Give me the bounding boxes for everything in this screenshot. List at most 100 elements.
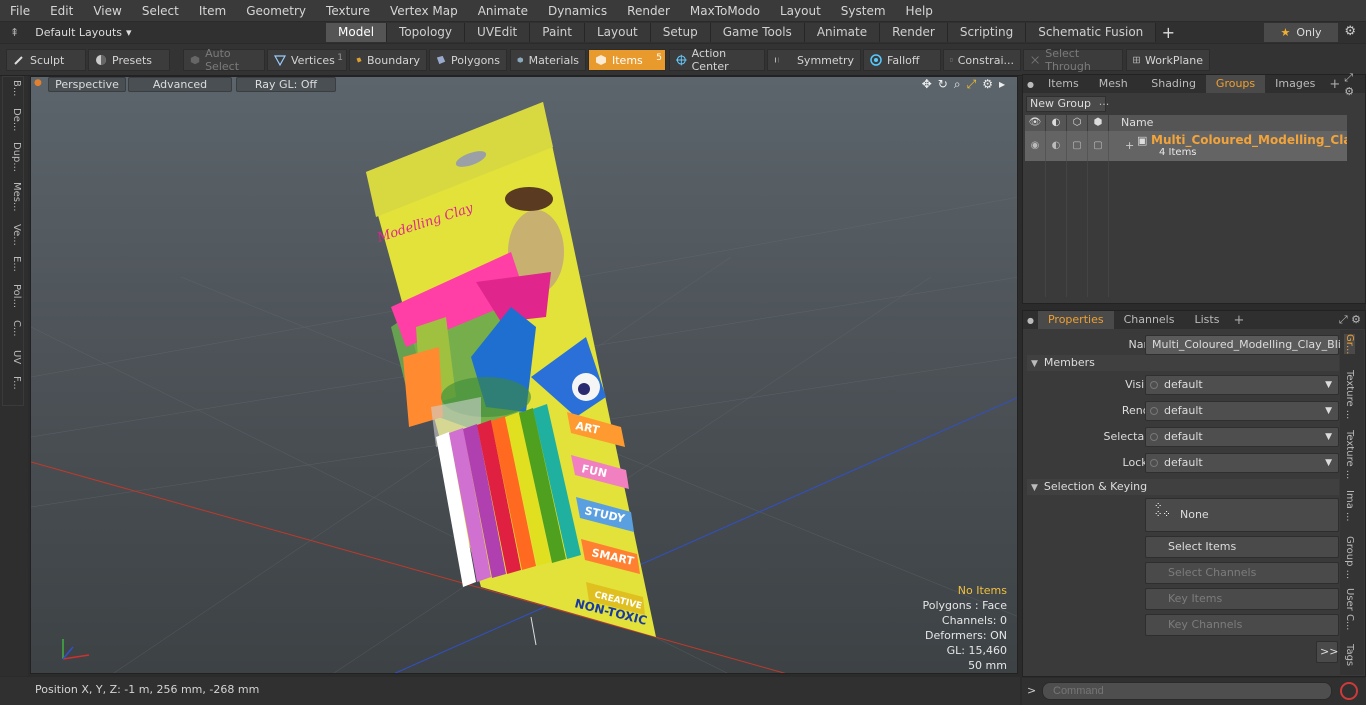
- menu-help[interactable]: Help: [896, 0, 943, 22]
- menu-render[interactable]: Render: [617, 0, 680, 22]
- menu-animate[interactable]: Animate: [468, 0, 538, 22]
- row-select-toggle[interactable]: ▢: [1088, 131, 1109, 161]
- left-tab-edge[interactable]: E...: [4, 256, 22, 272]
- left-tab-basic[interactable]: B...: [4, 80, 22, 96]
- new-group-button[interactable]: New Group: [1026, 96, 1106, 112]
- row-visibility-icon[interactable]: ◉: [1025, 131, 1046, 161]
- advanced-button[interactable]: Advanced: [128, 77, 232, 92]
- select-through-button[interactable]: Select Through: [1023, 47, 1123, 73]
- tab-lists[interactable]: Lists: [1184, 311, 1229, 329]
- left-tab-polygon[interactable]: Pol...: [4, 284, 22, 308]
- more-button[interactable]: >>: [1316, 641, 1338, 663]
- menu-geometry[interactable]: Geometry: [236, 0, 316, 22]
- left-tab-curve[interactable]: C...: [4, 320, 22, 337]
- workplane-button[interactable]: WorkPlane: [1126, 49, 1210, 71]
- auto-select-button[interactable]: Auto Select: [183, 47, 265, 73]
- perspective-button[interactable]: Perspective: [48, 77, 126, 92]
- eye-icon[interactable]: 👁: [1025, 115, 1046, 131]
- tab-topology[interactable]: Topology: [387, 23, 466, 42]
- menu-layout[interactable]: Layout: [770, 0, 831, 22]
- tab-images[interactable]: Images: [1265, 75, 1325, 93]
- presets-button[interactable]: Presets: [88, 49, 170, 71]
- left-tab-fusion[interactable]: F...: [4, 376, 22, 390]
- locked-select[interactable]: default ▼: [1145, 453, 1339, 473]
- items-button[interactable]: Items 5: [588, 49, 666, 71]
- tab-groups[interactable]: Groups: [1205, 75, 1266, 93]
- visible-select[interactable]: default ▼: [1145, 375, 1339, 395]
- add-properties-tab-button[interactable]: +: [1229, 313, 1248, 328]
- tab-setup[interactable]: Setup: [650, 23, 711, 42]
- tab-render[interactable]: Render: [880, 23, 948, 42]
- select-col-icon[interactable]: ⬢: [1088, 115, 1109, 131]
- side-tab-group[interactable]: Gr...: [1344, 334, 1355, 355]
- key-items-button[interactable]: Key Items: [1145, 588, 1339, 610]
- row-lock-toggle[interactable]: ▢: [1067, 131, 1088, 161]
- render-col-icon[interactable]: ◐: [1046, 115, 1067, 131]
- tab-schematic-fusion[interactable]: Schematic Fusion: [1026, 23, 1157, 42]
- rotate-view-icon[interactable]: ↻: [938, 77, 948, 92]
- left-tab-mesh-edit[interactable]: Mes...: [4, 182, 22, 212]
- menu-file[interactable]: File: [0, 0, 40, 22]
- side-tab-image[interactable]: Ima ...: [1344, 490, 1355, 522]
- polygons-button[interactable]: Polygons: [429, 49, 507, 71]
- tab-layout[interactable]: Layout: [584, 23, 651, 42]
- layout-dropdown[interactable]: ⇞ Default Layouts ▾: [0, 26, 326, 39]
- tab-properties[interactable]: Properties: [1037, 311, 1114, 329]
- move-view-icon[interactable]: ✥: [922, 77, 932, 92]
- tab-model[interactable]: Model: [326, 23, 388, 42]
- boundary-button[interactable]: Boundary: [349, 49, 427, 71]
- properties-expand-icon[interactable]: ⤢ ⚙: [1339, 313, 1365, 327]
- left-tab-duplicate[interactable]: Dup...: [4, 142, 22, 172]
- constrain-button[interactable]: Constrai...: [943, 49, 1021, 71]
- sculpt-button[interactable]: Sculpt: [6, 49, 86, 71]
- render-select[interactable]: default ▼: [1145, 401, 1339, 421]
- tab-uvedit[interactable]: UVEdit: [465, 23, 531, 42]
- left-tab-uv[interactable]: UV: [4, 350, 22, 364]
- menu-item[interactable]: Item: [189, 0, 236, 22]
- left-tab-deform[interactable]: De...: [4, 108, 22, 131]
- side-tab-group-2[interactable]: Group ...: [1344, 536, 1355, 579]
- menu-edit[interactable]: Edit: [40, 0, 83, 22]
- add-panel-tab-button[interactable]: +: [1325, 77, 1344, 92]
- clay-blister-pack[interactable]: ART FUN STUDY SMART CREATIVE NON-TOXIC M…: [366, 102, 656, 637]
- name-input[interactable]: Multi_Coloured_Modelling_Clay_Blister: [1145, 335, 1362, 355]
- select-channels-button[interactable]: Select Channels: [1145, 562, 1339, 584]
- tab-shading[interactable]: Shading: [1141, 75, 1206, 93]
- key-channels-button[interactable]: Key Channels: [1145, 614, 1339, 636]
- stop-icon[interactable]: [1340, 682, 1358, 700]
- side-tab-texture-2[interactable]: Texture ...: [1344, 430, 1355, 479]
- only-toggle[interactable]: ★ Only: [1264, 23, 1338, 42]
- materials-button[interactable]: Materials: [510, 49, 586, 71]
- viewport-arrow-icon[interactable]: ▸: [999, 77, 1005, 92]
- command-arrow-icon[interactable]: >: [1027, 684, 1036, 697]
- zoom-view-icon[interactable]: ⌕: [954, 77, 961, 92]
- selection-keying-section[interactable]: ▼ Selection & Keying: [1027, 479, 1339, 495]
- menu-texture[interactable]: Texture: [316, 0, 380, 22]
- tab-paint[interactable]: Paint: [530, 23, 585, 42]
- group-row[interactable]: ◉ ◐ ▢ ▢ + ▣ Multi_Coloured_Modelling_Cla…: [1025, 131, 1347, 161]
- fit-view-icon[interactable]: ⤢: [967, 77, 977, 92]
- members-section[interactable]: ▼ Members: [1027, 355, 1339, 371]
- side-tab-texture-1[interactable]: Texture ...: [1344, 370, 1355, 419]
- menu-view[interactable]: View: [83, 0, 131, 22]
- vertices-button[interactable]: Vertices 1: [267, 49, 347, 71]
- falloff-button[interactable]: Falloff: [863, 49, 941, 71]
- side-tab-user-channels[interactable]: User C...: [1344, 588, 1355, 631]
- menu-system[interactable]: System: [831, 0, 896, 22]
- menu-maxtomodo[interactable]: MaxToModo: [680, 0, 770, 22]
- tab-scripting[interactable]: Scripting: [947, 23, 1027, 42]
- row-render-icon[interactable]: ◐: [1046, 131, 1067, 161]
- raygl-button[interactable]: Ray GL: Off: [236, 77, 336, 92]
- none-button[interactable]: ⁘ ⁘⁘ None: [1145, 498, 1339, 532]
- action-center-button[interactable]: Action Center: [669, 47, 765, 73]
- lock-col-icon[interactable]: ⬡: [1067, 115, 1088, 131]
- symmetry-button[interactable]: Symmetry: [767, 49, 861, 71]
- menu-dynamics[interactable]: Dynamics: [538, 0, 617, 22]
- 3d-viewport[interactable]: ART FUN STUDY SMART CREATIVE NON-TOXIC M…: [30, 76, 1018, 674]
- left-tab-vertex[interactable]: Ve...: [4, 224, 22, 246]
- menu-vertex-map[interactable]: Vertex Map: [380, 0, 468, 22]
- tab-animate[interactable]: Animate: [804, 23, 881, 42]
- selectable-select[interactable]: default ▼: [1145, 427, 1339, 447]
- expand-icon[interactable]: +: [1125, 139, 1134, 152]
- tab-game-tools[interactable]: Game Tools: [710, 23, 805, 42]
